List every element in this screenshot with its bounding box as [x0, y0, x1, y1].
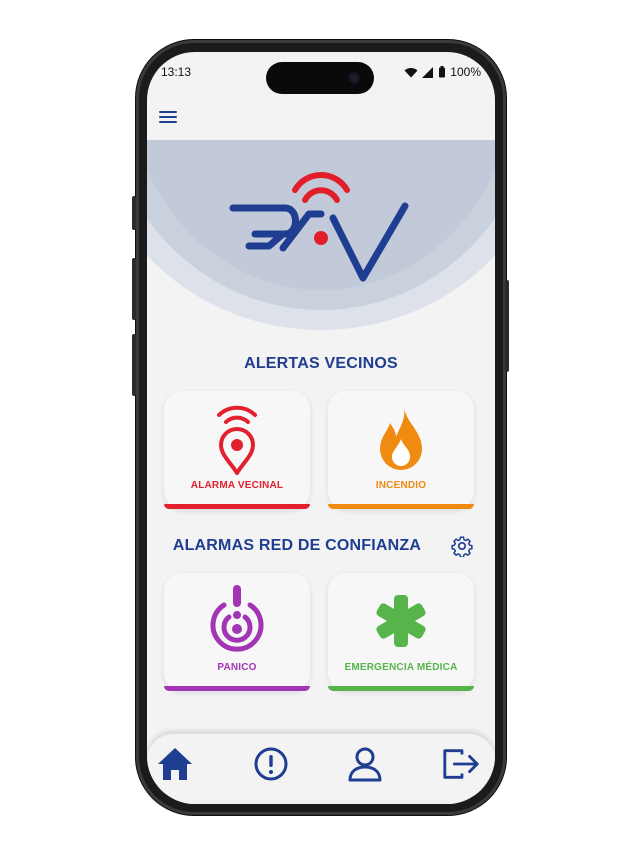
status-bar: 13:13 100%	[147, 64, 495, 84]
panic-target-icon	[164, 585, 310, 657]
app-screen: 13:13 100% ALERTAS VECINOS ALARMA VECINA…	[147, 52, 495, 804]
user-icon[interactable]	[345, 744, 385, 784]
alert-circle-icon[interactable]	[251, 744, 291, 784]
location-signal-icon	[164, 403, 310, 475]
action-button	[132, 196, 136, 230]
flame-icon	[328, 403, 474, 473]
incendio-card[interactable]: INCENDIO	[328, 391, 474, 509]
alerts-section-title: ALERTAS VECINOS	[244, 355, 398, 372]
alarm-vecinal-card[interactable]: ALARMA VECINAL	[164, 391, 310, 509]
signal-icon	[422, 66, 434, 78]
wifi-icon	[404, 67, 418, 77]
emergencia-medica-card[interactable]: EMERGENCIA MÉDICA	[328, 573, 474, 691]
power-button	[505, 280, 509, 372]
battery-percent: 100%	[450, 65, 481, 79]
panico-card[interactable]: PANICO	[164, 573, 310, 691]
hero-header	[147, 140, 495, 340]
home-icon[interactable]	[155, 744, 195, 784]
alarm-vecinal-accent	[164, 504, 310, 509]
gear-icon[interactable]	[451, 535, 473, 557]
alarm-vecinal-label: ALARMA VECINAL	[190, 480, 284, 491]
volume-down-button	[132, 334, 136, 396]
emergencia-medica-accent	[328, 686, 474, 691]
bottom-tab-bar	[147, 734, 495, 804]
volume-up-button	[132, 258, 136, 320]
medical-asterisk-icon	[328, 585, 474, 655]
panico-label: PANICO	[217, 662, 257, 673]
battery-icon	[439, 66, 446, 78]
panico-accent	[164, 686, 310, 691]
hamburger-menu-icon[interactable]	[159, 108, 177, 123]
rav-logo	[229, 171, 409, 282]
trust-section-title: ALARMAS RED DE CONFIANZA	[172, 537, 422, 554]
logout-icon[interactable]	[441, 744, 481, 784]
status-time: 13:13	[161, 65, 192, 79]
status-icons: 100%	[404, 65, 481, 79]
incendio-label: INCENDIO	[375, 480, 427, 491]
emergencia-medica-label: EMERGENCIA MÉDICA	[344, 662, 458, 673]
incendio-accent	[328, 504, 474, 509]
